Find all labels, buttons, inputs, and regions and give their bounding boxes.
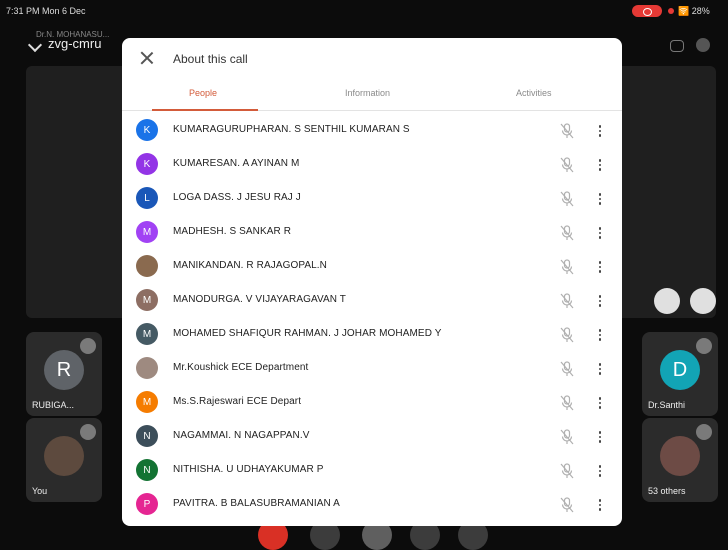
participant-tile[interactable]: D Dr.Santhi: [642, 332, 718, 416]
more-options-icon[interactable]: [596, 191, 604, 207]
mic-off-icon: [560, 463, 574, 479]
recording-indicator: [632, 5, 662, 17]
participant-row[interactable]: M MOHAMED SHAFIQUR RAHMAN. J JOHAR MOHAME…: [122, 318, 622, 352]
mic-off-icon: [696, 424, 712, 440]
more-options-icon[interactable]: [596, 123, 604, 139]
more-options-icon[interactable]: [596, 429, 604, 445]
tile-label: RUBIGA...: [32, 400, 75, 410]
participant-name: NAGAMMAI. N NAGAPPAN.V: [173, 430, 310, 441]
dialog-title: About this call: [173, 52, 248, 66]
avatar: N: [136, 459, 158, 481]
tab-people[interactable]: People: [189, 88, 217, 98]
avatar: M: [136, 391, 158, 413]
participant-name: KUMARAGURUPHARAN. S SENTHIL KUMARAN S: [173, 124, 410, 135]
participant-name: Mr.Koushick ECE Department: [173, 362, 309, 373]
more-options-icon[interactable]: [596, 225, 604, 241]
tab-activities[interactable]: Activities: [516, 88, 552, 98]
mic-off-icon: [560, 361, 574, 377]
participant-row[interactable]: M MANODURGA. V VIJAYARAGAVAN T: [122, 284, 622, 318]
active-tab-indicator: [152, 109, 258, 111]
more-options-icon[interactable]: [596, 157, 604, 173]
meeting-code[interactable]: zvg-cmru: [48, 36, 101, 51]
more-options-icon[interactable]: [596, 293, 604, 309]
mic-off-icon: [696, 338, 712, 354]
mic-off-icon: [560, 395, 574, 411]
participant-name: MANODURGA. V VIJAYARAGAVAN T: [173, 294, 347, 305]
mic-off-icon: [560, 497, 574, 513]
mic-off-icon: [560, 225, 574, 241]
tile-label: 53 others: [648, 486, 686, 496]
pin-icon[interactable]: [654, 288, 680, 314]
participant-name: Ms.S.Rajeswari ECE Depart: [173, 396, 302, 407]
status-time: 7:31 PM Mon 6 Dec: [6, 6, 86, 16]
tile-label: You: [32, 486, 48, 496]
chevron-down-icon[interactable]: [27, 37, 43, 53]
more-options-icon[interactable]: [596, 463, 604, 479]
participant-row[interactable]: M MADHESH. S SANKAR R: [122, 216, 622, 250]
participant-row[interactable]: Mr.Koushick ECE Department: [122, 352, 622, 386]
mic-off-icon: [560, 259, 574, 275]
about-call-dialog: About this call People Information Activ…: [122, 38, 622, 526]
participant-row[interactable]: MANIKANDAN. R RAJAGOPAL.N: [122, 250, 622, 284]
close-icon[interactable]: [140, 51, 154, 65]
avatar: [136, 357, 158, 379]
mic-off-icon: [560, 123, 574, 139]
more-options-icon[interactable]: [596, 327, 604, 343]
avatar: [660, 436, 700, 476]
avatar: N: [136, 425, 158, 447]
mic-off-icon: [560, 293, 574, 309]
participant-row[interactable]: L LOGA DASS. J JESU RAJ J: [122, 182, 622, 216]
mic-off-icon: [80, 338, 96, 354]
more-options-icon[interactable]: [596, 361, 604, 377]
participant-row[interactable]: P PAVITRA. B BALASUBRAMANIAN A: [122, 488, 622, 522]
participant-name: MOHAMED SHAFIQUR RAHMAN. J JOHAR MOHAMED…: [173, 328, 442, 339]
record-dot-icon: [668, 8, 674, 14]
participant-row[interactable]: K KUMARAGURUPHARAN. S SENTHIL KUMARAN S: [122, 114, 622, 148]
dialog-header: About this call: [122, 38, 622, 80]
more-options-icon[interactable]: [596, 395, 604, 411]
participant-name: NITHISHA. U UDHAYAKUMAR P: [173, 464, 324, 475]
speaker-icon[interactable]: [696, 38, 710, 52]
avatar: K: [136, 153, 158, 175]
participant-tile[interactable]: R RUBIGA...: [26, 332, 102, 416]
mic-off-icon: [560, 157, 574, 173]
avatar: D: [660, 350, 700, 390]
participant-row[interactable]: N NITHISHA. U UDHAYAKUMAR P: [122, 454, 622, 488]
switch-camera-icon[interactable]: [670, 40, 684, 52]
avatar: R: [44, 350, 84, 390]
avatar: K: [136, 119, 158, 141]
avatar: M: [136, 289, 158, 311]
dialog-tabs: People Information Activities: [122, 82, 622, 111]
participant-row[interactable]: K KUMARESAN. A AYINAN M: [122, 148, 622, 182]
mic-off-icon: [560, 191, 574, 207]
others-tile[interactable]: 53 others: [642, 418, 718, 502]
participant-name: LOGA DASS. J JESU RAJ J: [173, 192, 301, 203]
more-options-icon[interactable]: [596, 259, 604, 275]
more-options-icon[interactable]: [596, 497, 604, 513]
avatar: [44, 436, 84, 476]
tile-label: Dr.Santhi: [648, 400, 686, 410]
tab-information[interactable]: Information: [345, 88, 390, 98]
avatar: M: [136, 221, 158, 243]
participant-name: KUMARESAN. A AYINAN M: [173, 158, 300, 169]
self-tile[interactable]: You: [26, 418, 102, 502]
status-right: 🛜 28%: [678, 6, 710, 16]
avatar: P: [136, 493, 158, 515]
participant-name: MANIKANDAN. R RAJAGOPAL.N: [173, 260, 328, 271]
fullscreen-icon[interactable]: [690, 288, 716, 314]
avatar: L: [136, 187, 158, 209]
participant-row[interactable]: N NAGAMMAI. N NAGAPPAN.V: [122, 420, 622, 454]
status-bar: 7:31 PM Mon 6 Dec 🛜 28%: [0, 0, 728, 24]
mic-off-icon: [80, 424, 96, 440]
participant-row[interactable]: M Ms.S.Rajeswari ECE Depart: [122, 386, 622, 420]
mic-off-icon: [560, 429, 574, 445]
avatar: [136, 255, 158, 277]
participant-name: PAVITRA. B BALASUBRAMANIAN A: [173, 498, 340, 509]
participant-name: MADHESH. S SANKAR R: [173, 226, 292, 237]
avatar: M: [136, 323, 158, 345]
mic-off-icon: [560, 327, 574, 343]
